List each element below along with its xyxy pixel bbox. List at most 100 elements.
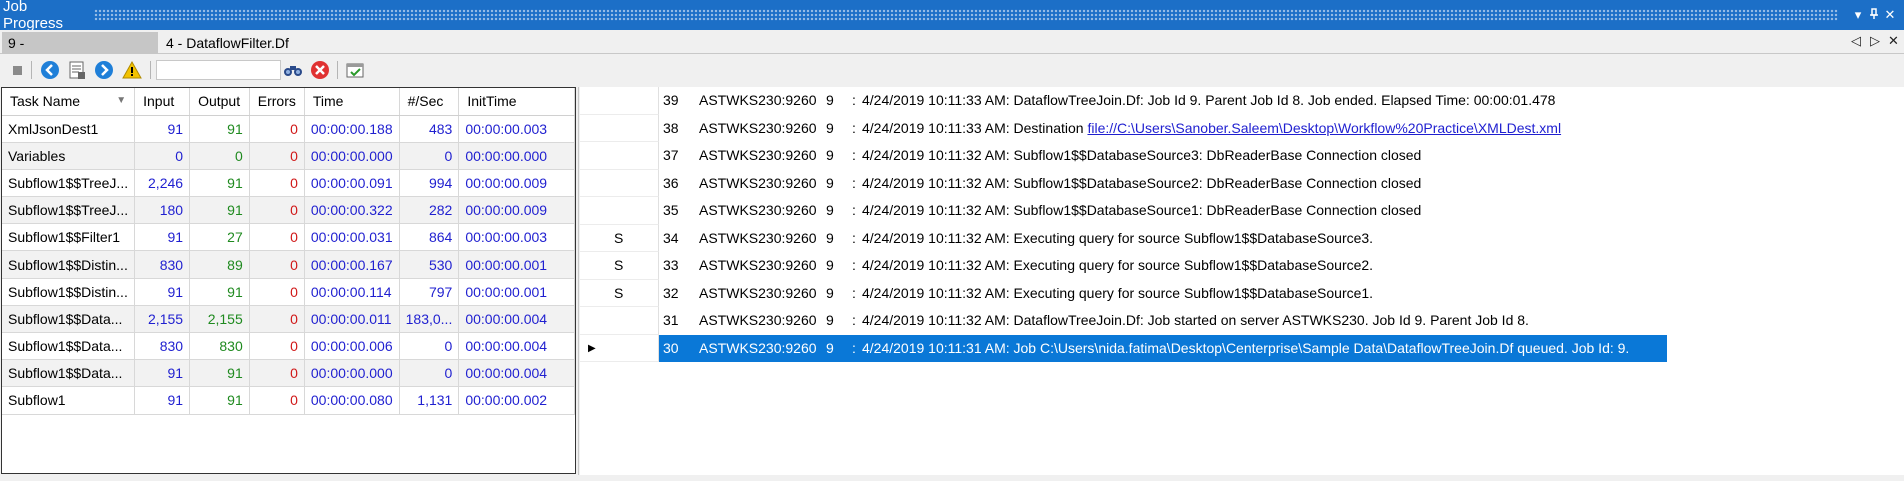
log-row[interactable]: S 34 ASTWKS230:9260 9:4/24/2019 10:11:32 AM… [580, 224, 1904, 252]
time-cell: 00:00:00.011 [304, 305, 400, 334]
filter-input[interactable] [156, 60, 281, 80]
column-header-input[interactable]: Input [134, 88, 191, 116]
input-count-cell: 2,246 [134, 169, 191, 198]
table-row[interactable]: Subflow1$$Data... 2,155 2,155 0 00:00:00.011… [2, 305, 575, 334]
log-marker-label: S [614, 284, 624, 301]
error-count-cell: 0 [249, 359, 305, 388]
log-job-cell: 9 [826, 257, 834, 273]
table-row[interactable]: XmlJsonDest1 91 91 0 00:00:00.188 483 00:00:00… [2, 115, 575, 143]
cancel-icon[interactable] [309, 59, 331, 81]
log-row[interactable]: S 33 ASTWKS230:9260 9:4/24/2019 10:11:32 AM… [580, 252, 1904, 280]
column-header-task-name[interactable]: Task Name ▼ [2, 88, 136, 116]
log-marker-label: S [614, 257, 624, 273]
toolbar-separator [337, 61, 338, 79]
tab-dataflowfilter[interactable]: 4 - DataflowFilter.Df [160, 32, 295, 54]
window-dropdown-button[interactable]: ▾ [1850, 7, 1866, 23]
log-row-cells: 32 ASTWKS230:9260 9:4/24/2019 10:11:32 AM:… [659, 280, 1904, 308]
output-count-cell: 830 [189, 332, 250, 361]
log-row-cells: 35 ASTWKS230:9260 9:4/24/2019 10:11:32 AM:… [659, 197, 1904, 225]
table-row[interactable]: Variables 0 0 0 00:00:00.000 0 00:00:00.000 [2, 142, 575, 170]
log-server-cell: ASTWKS230:9260 [699, 339, 817, 356]
table-row[interactable]: Subflow1 91 91 0 00:00:00.080 1,131 00:00:00.0… [2, 386, 575, 415]
forward-icon[interactable] [93, 59, 115, 81]
log-server-cell: ASTWKS230:9260 [699, 257, 817, 273]
per-sec-cell: 0 [399, 332, 460, 361]
warning-icon[interactable] [121, 59, 143, 81]
input-count-cell: 830 [134, 332, 191, 361]
log-id-cell: 31 [663, 312, 679, 328]
table-row[interactable]: Subflow1$$Distin... 830 89 0 00:00:00.167 530… [2, 250, 575, 279]
input-count-cell: 91 [134, 115, 191, 143]
log-row-marker [580, 169, 659, 197]
per-sec-cell: 282 [399, 196, 460, 225]
init-time-cell: 00:00:00.003 [458, 223, 575, 252]
log-row-cells: 33 ASTWKS230:9260 9:4/24/2019 10:11:32 AM:… [659, 252, 1904, 280]
pane-divider[interactable] [578, 87, 579, 475]
log-row-marker: S [580, 279, 659, 307]
log-server-cell: ASTWKS230:9260 [699, 119, 817, 136]
log-row[interactable]: 37 ASTWKS230:9260 9:4/24/2019 10:11:32 AM:… [580, 142, 1904, 170]
log-separator: : [852, 202, 856, 218]
table-row[interactable]: Subflow1$$Filter1 91 27 0 00:00:00.031 864 00:… [2, 223, 575, 252]
output-count-cell: 0 [189, 142, 250, 170]
log-row[interactable]: 35 ASTWKS230:9260 9:4/24/2019 10:11:32 AM:… [580, 197, 1904, 225]
log-row-marker [580, 307, 659, 335]
task-grid-pane: Task Name ▼ Input Output Errors Time #/Se… [1, 87, 576, 474]
column-header-output[interactable]: Output [189, 88, 250, 116]
table-row[interactable]: Subflow1$$TreeJ... 2,246 91 0 00:00:00.091 99… [2, 169, 575, 198]
log-icon[interactable] [66, 59, 88, 81]
error-count-cell: 0 [249, 250, 305, 279]
column-header-per-sec[interactable]: #/Sec [399, 88, 460, 116]
job-tab-strip: 9 - DataflowTreeJoin.Df 4 - DataflowFilt… [0, 30, 1904, 73]
per-sec-cell: 1,131 [399, 386, 460, 415]
table-row[interactable]: Subflow1$$TreeJ... 180 91 0 00:00:00.322 282 0… [2, 196, 575, 225]
log-row-cells: 31 ASTWKS230:9260 9:4/24/2019 10:11:32 AM:… [659, 307, 1904, 335]
tab-dataflowtreejoin[interactable]: 9 - DataflowTreeJoin.Df [2, 32, 158, 73]
init-time-cell: 00:00:00.004 [458, 305, 575, 334]
init-time-cell: 00:00:00.001 [458, 250, 575, 279]
log-row[interactable]: 36 ASTWKS230:9260 9:4/24/2019 10:11:32 AM:… [580, 169, 1904, 197]
find-icon[interactable] [282, 59, 304, 81]
input-count-cell: 2,155 [134, 305, 191, 334]
error-count-cell: 0 [249, 142, 305, 170]
log-separator: : [852, 147, 856, 163]
window-close-button[interactable]: ✕ [1882, 7, 1898, 23]
log-job-cell: 9 [826, 202, 834, 218]
column-header-time[interactable]: Time [304, 88, 400, 116]
output-count-cell: 89 [189, 250, 250, 279]
chevron-down-icon[interactable]: ▼ [116, 95, 126, 106]
log-message-text: 4/24/2019 10:11:33 AM: Destination [862, 119, 1088, 136]
task-name-cell: Subflow1$$Data... [2, 359, 136, 388]
file-link[interactable]: file://C:\Users\Sanober.Saleem\Desktop\W… [1087, 120, 1561, 136]
tab-close-icon[interactable]: ✕ [1888, 33, 1899, 49]
input-count-cell: 91 [134, 223, 191, 252]
table-row[interactable]: Subflow1$$Data... 830 830 0 00:00:00.006 0 00:… [2, 332, 575, 361]
task-name-cell: Subflow1$$Distin... [2, 278, 136, 306]
back-icon[interactable] [39, 59, 61, 81]
log-id-cell: 32 [663, 284, 679, 301]
log-row-marker: S [580, 252, 659, 280]
log-server-cell: ASTWKS230:9260 [699, 147, 817, 163]
tab-scroll-right-icon[interactable]: ▷ [1870, 33, 1880, 49]
log-row[interactable]: 38 ASTWKS230:9260 9:4/24/2019 10:11:33 AM:… [580, 114, 1904, 142]
time-cell: 00:00:00.091 [304, 169, 400, 198]
output-count-cell: 91 [189, 278, 250, 306]
task-name-cell: Subflow1$$Data... [2, 305, 136, 334]
pin-icon[interactable] [1866, 7, 1882, 23]
column-header-init-time[interactable]: InitTime [458, 88, 575, 116]
log-row[interactable]: 31 ASTWKS230:9260 9:4/24/2019 10:11:32 AM:… [580, 307, 1904, 335]
log-row[interactable]: ▶ 30 ASTWKS230:9260 9:4/24/2019 10:11:31 AM… [580, 334, 1904, 362]
tab-scroll-left-icon[interactable]: ◁ [1851, 33, 1861, 49]
log-row[interactable]: S 32 ASTWKS230:9260 9:4/24/2019 10:11:32 AM… [580, 279, 1904, 308]
init-time-cell: 00:00:00.003 [458, 115, 575, 143]
input-count-cell: 91 [134, 359, 191, 388]
log-row[interactable]: 39 ASTWKS230:9260 9:4/24/2019 10:11:33 AM:… [580, 87, 1904, 115]
column-header-errors[interactable]: Errors [249, 88, 305, 116]
task-grid: Task Name ▼ Input Output Errors Time #/Se… [2, 88, 575, 415]
table-row[interactable]: Subflow1$$Distin... 91 91 0 00:00:00.114 797 0… [2, 278, 575, 306]
table-row[interactable]: Subflow1$$Data... 91 91 0 00:00:00.000 0 00:00… [2, 359, 575, 388]
task-name-cell: XmlJsonDest1 [2, 115, 136, 143]
report-icon[interactable] [344, 59, 366, 81]
task-name-cell: Subflow1$$Filter1 [2, 223, 136, 252]
stop-icon[interactable] [6, 59, 28, 81]
